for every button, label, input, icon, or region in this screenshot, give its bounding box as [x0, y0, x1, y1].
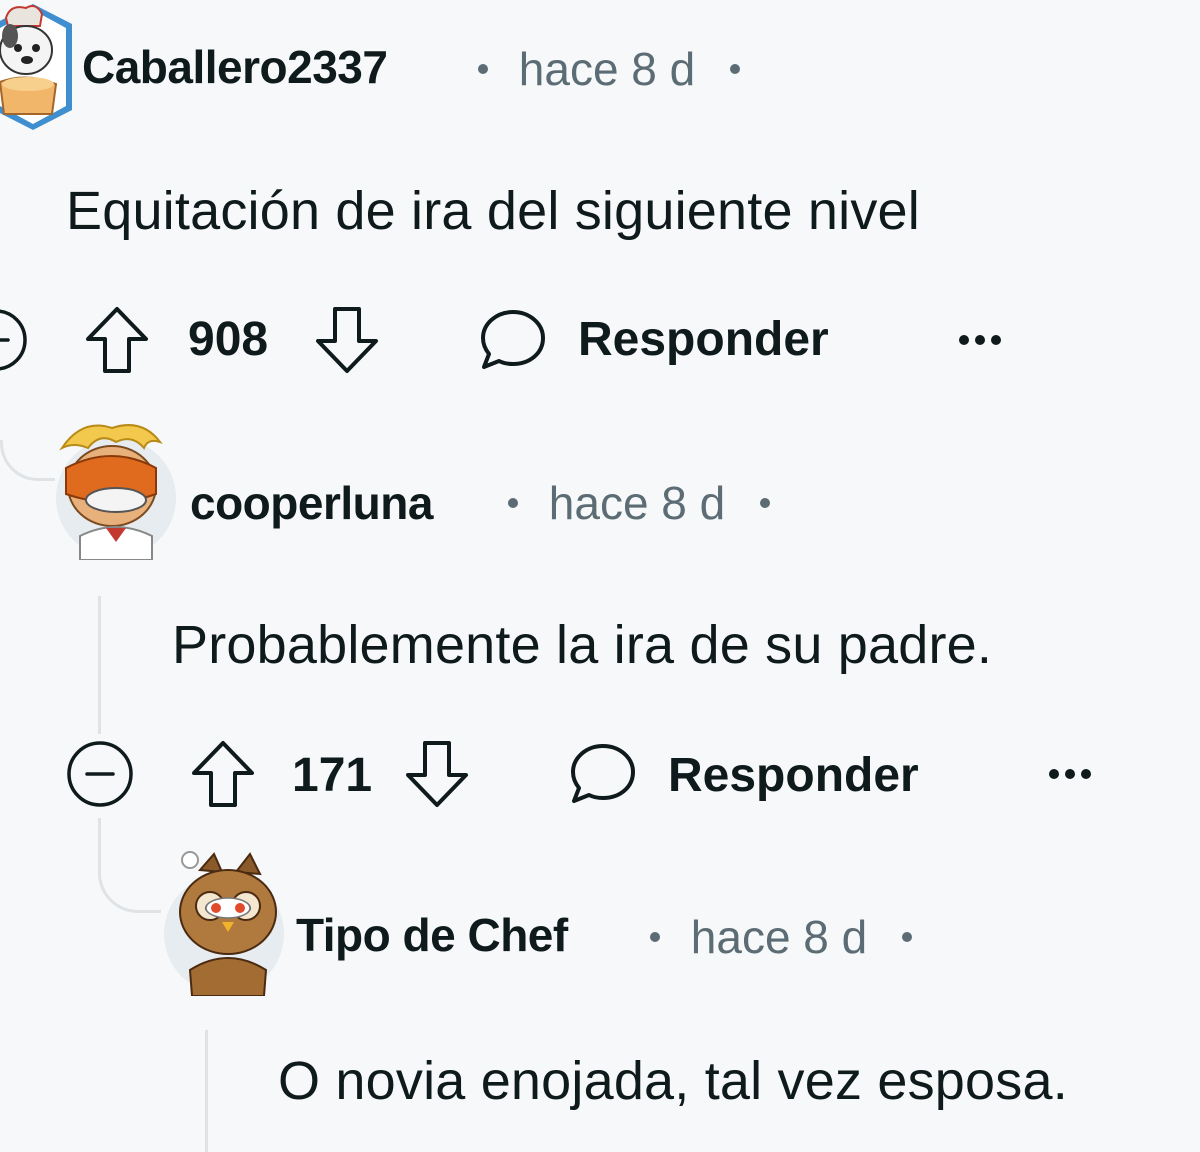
owl-chef-avatar-icon: [164, 851, 284, 996]
more-options-button[interactable]: [1046, 734, 1094, 814]
comment-meta: hace 8 d: [478, 43, 741, 95]
upvote-arrow-icon: [86, 307, 148, 373]
more-horizontal-icon: [959, 335, 1001, 345]
comment-username[interactable]: Tipo de Chef: [296, 912, 568, 958]
speech-bubble-icon: [481, 310, 545, 369]
separator-dot: [508, 497, 518, 508]
vote-count: 908: [188, 313, 269, 366]
comment-body: Equitación de ira del siguiente nivel: [66, 181, 920, 241]
downvote-arrow-icon: [406, 741, 468, 807]
downvote-button[interactable]: [404, 734, 470, 814]
chef-goggles-avatar-icon: [56, 424, 176, 560]
comment-timestamp[interactable]: hace 8 d: [549, 477, 725, 529]
thread-line-2-curve: [98, 818, 161, 913]
dog-chef-avatar-icon: [0, 4, 72, 130]
collapse-minus-icon: [67, 741, 133, 807]
comment-username[interactable]: cooperluna: [190, 480, 433, 526]
comment-body: O novia enojada, tal vez esposa.: [278, 1051, 1068, 1111]
avatar[interactable]: [0, 2, 76, 132]
downvote-arrow-icon: [316, 307, 378, 373]
collapse-button[interactable]: [0, 300, 28, 380]
collapse-minus-icon: [0, 309, 27, 371]
vote-count: 171: [292, 749, 373, 802]
comment-body: Probablemente la ira de su padre.: [172, 615, 993, 675]
upvote-button[interactable]: [190, 734, 256, 814]
avatar[interactable]: [160, 850, 288, 996]
separator-dot: [730, 63, 741, 74]
comment-meta: hace 8 d: [508, 477, 771, 529]
separator-dot: [650, 931, 660, 942]
comment-meta: hace 8 d: [650, 911, 913, 963]
more-horizontal-icon: [1049, 769, 1091, 779]
thread-line-1-curve: [0, 440, 55, 481]
reply-label: Responder: [668, 749, 919, 802]
reply-button[interactable]: Responder: [568, 734, 938, 814]
upvote-arrow-icon: [192, 741, 254, 807]
downvote-button[interactable]: [314, 300, 380, 380]
avatar[interactable]: [52, 418, 180, 560]
comment-timestamp[interactable]: hace 8 d: [691, 911, 867, 963]
thread-line-2-vertical: [98, 596, 101, 734]
separator-dot: [760, 497, 771, 508]
reply-button[interactable]: Responder: [478, 300, 848, 380]
comment-actions: 908 Responder: [0, 300, 1100, 380]
separator-dot: [902, 931, 913, 942]
more-options-button[interactable]: [956, 300, 1004, 380]
comment-timestamp[interactable]: hace 8 d: [519, 43, 695, 95]
reply-label: Responder: [578, 313, 829, 366]
separator-dot: [478, 63, 488, 74]
upvote-button[interactable]: [84, 300, 150, 380]
thread-line-3-vertical: [205, 1030, 208, 1152]
speech-bubble-icon: [571, 744, 635, 803]
collapse-button[interactable]: [66, 734, 134, 814]
comment-actions: 171 Responder: [0, 734, 1150, 814]
comment-username[interactable]: Caballero2337: [82, 44, 388, 90]
